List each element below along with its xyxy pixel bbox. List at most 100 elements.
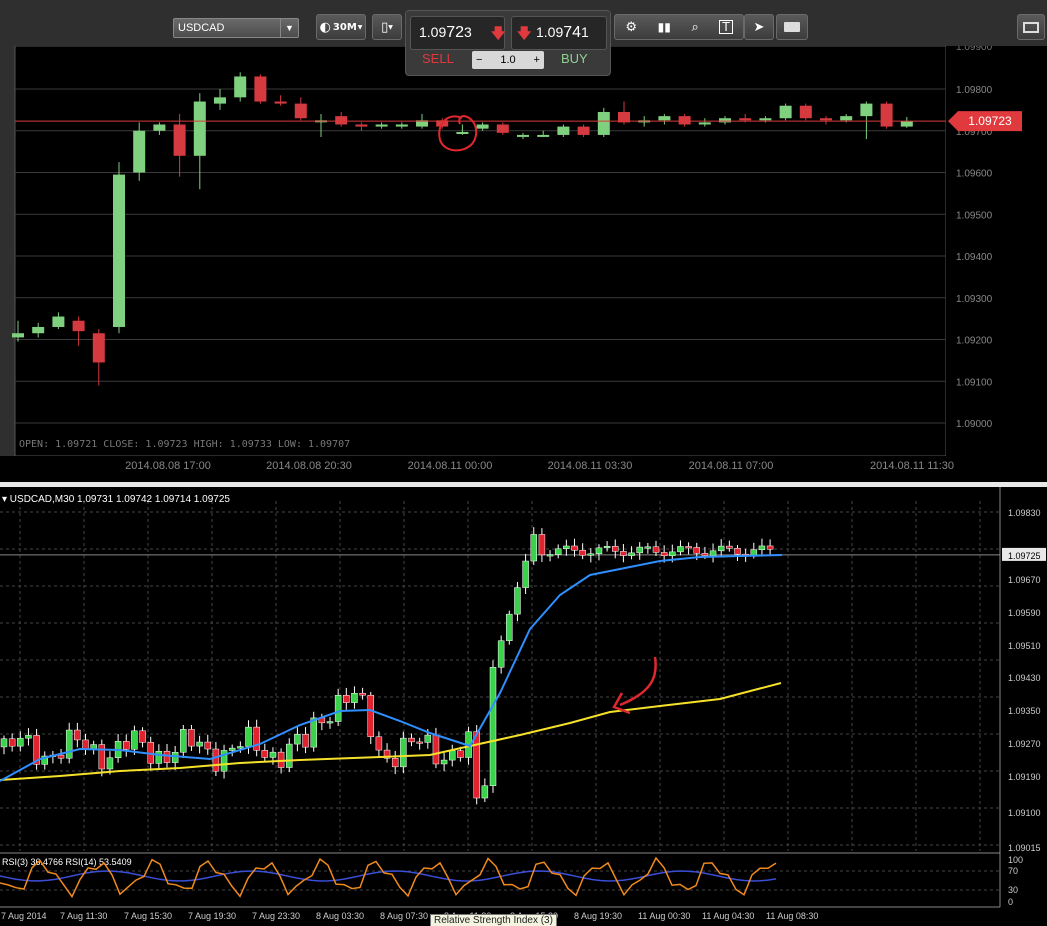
- candle-icon: ▯: [381, 19, 389, 35]
- text-tool-icon[interactable]: T: [719, 20, 733, 34]
- candle-body: [310, 717, 317, 748]
- chart-type-button[interactable]: ▯ ▼: [372, 14, 402, 40]
- bottom-candlestick-chart[interactable]: ▾ USDCAD,M30 1.09731 1.09742 1.09714 1.0…: [0, 487, 1047, 926]
- candle-body: [734, 548, 741, 555]
- candle-body: [489, 667, 497, 787]
- time-tick-label: 11 Aug 00:30: [638, 911, 690, 921]
- price-tick-label: 1.09670: [1008, 575, 1041, 585]
- candle-body: [335, 116, 348, 125]
- candle-body: [204, 741, 211, 750]
- price-tick-label: 1.09270: [1008, 739, 1041, 749]
- candle-body: [294, 103, 307, 119]
- buy-price-button[interactable]: 🡇 1.09741: [511, 16, 607, 50]
- candle-body: [133, 130, 146, 173]
- candle-body: [514, 587, 521, 615]
- trade-widget: 1.09723 🡇 🡇 1.09741 SELL − 1.0 + BUY: [405, 10, 611, 76]
- candle-body: [557, 126, 570, 135]
- candle-body: [375, 736, 383, 751]
- candle-body: [481, 785, 489, 799]
- quantity-stepper[interactable]: − 1.0 +: [472, 51, 544, 69]
- candle-body: [355, 124, 368, 127]
- candle-body: [391, 758, 399, 768]
- down-arrow-icon: 🡇: [491, 25, 506, 41]
- candle-body: [669, 551, 676, 556]
- bottom-background: [0, 487, 1047, 926]
- monitor-icon: [1023, 21, 1039, 33]
- sell-button-label[interactable]: SELL: [422, 51, 454, 66]
- candle-body: [326, 721, 334, 724]
- candle-body: [820, 118, 832, 121]
- candle-body: [644, 546, 652, 549]
- trading-terminal: 1.09900 1.09800 1.09700 1.09600 1.09500 1.094…: [0, 0, 1047, 926]
- sell-price-big: 72: [446, 24, 465, 41]
- price-tick-label: 1.09350: [1008, 706, 1041, 716]
- candle-body: [860, 103, 873, 117]
- candle-body: [171, 752, 179, 763]
- candle-body: [449, 750, 456, 761]
- buy-price-small: 1: [581, 24, 589, 40]
- screen-button[interactable]: [776, 14, 808, 40]
- price-tick-label: 1.09600: [956, 169, 993, 180]
- candle-body: [180, 729, 187, 753]
- candle-body: [457, 750, 464, 758]
- candle-body: [408, 737, 415, 743]
- sell-price-small: 3: [464, 24, 472, 40]
- time-tick-label: 11 Aug 04:30: [702, 911, 754, 921]
- candle-body: [253, 726, 260, 751]
- candle-body: [196, 741, 203, 747]
- candle-body: [660, 552, 668, 556]
- rectangle-icon: [784, 22, 800, 32]
- candle-body: [74, 729, 81, 741]
- timeframe-button[interactable]: ◐ 30M ▼: [316, 14, 366, 40]
- time-tick-label: 11 Aug 08:30: [766, 911, 818, 921]
- candle-body: [900, 121, 913, 127]
- candle-body: [12, 333, 24, 338]
- search-icon[interactable]: ⌕: [691, 20, 698, 35]
- time-tick-label: 2014.08.11 00:00: [408, 460, 493, 472]
- price-tick-label: 1.09000: [956, 419, 993, 430]
- candle-body: [343, 695, 350, 703]
- rsi-tick-label: 70: [1008, 866, 1018, 876]
- settings-gears-icon[interactable]: ⚙: [625, 20, 637, 35]
- candle-body: [537, 134, 550, 137]
- candle-body: [57, 754, 65, 759]
- symbol-dropdown[interactable]: USDCAD ▼: [173, 18, 299, 38]
- candle-body: [799, 105, 812, 119]
- candle-body: [652, 546, 660, 553]
- qty-plus-button[interactable]: +: [534, 54, 540, 66]
- candle-body: [677, 546, 684, 553]
- price-tick-label: 1.09400: [956, 252, 993, 263]
- candle-body: [571, 545, 578, 551]
- candle-body: [334, 695, 342, 722]
- candle-body: [228, 747, 236, 751]
- chart-header-label: ▾ USDCAD,M30 1.09731 1.09742 1.09714 1.0…: [2, 494, 230, 505]
- candle-body: [701, 553, 709, 556]
- candle-body: [254, 76, 267, 102]
- candle-body: [286, 743, 293, 768]
- qty-value[interactable]: 1.0: [500, 54, 515, 66]
- candle-body: [636, 546, 643, 554]
- candle-body: [717, 545, 725, 552]
- candle-body: [139, 730, 146, 743]
- fullscreen-button[interactable]: [1017, 14, 1045, 40]
- price-tick-label: 1.09500: [956, 210, 993, 221]
- sell-price-button[interactable]: 1.09723 🡇: [410, 16, 505, 50]
- candle-body: [456, 132, 469, 135]
- candle-body: [106, 757, 114, 770]
- candle-body: [497, 640, 505, 668]
- buy-button-label[interactable]: BUY: [561, 51, 588, 66]
- time-tick-label: 2014.08.11 07:00: [689, 460, 774, 472]
- time-tick-label: 7 Aug 2014: [1, 911, 47, 921]
- cursor-button[interactable]: ➤: [744, 14, 774, 40]
- top-chart-panel: 1.09900 1.09800 1.09700 1.09600 1.09500 1.094…: [0, 0, 1047, 482]
- candle-body: [113, 174, 125, 327]
- indicators-bar-icon[interactable]: ▮▮: [658, 20, 671, 34]
- candle-body: [351, 693, 358, 703]
- candle-body: [579, 550, 586, 556]
- candle-body: [424, 734, 432, 743]
- candle-body: [82, 739, 89, 750]
- price-axis-area: [946, 46, 1047, 456]
- candle-body: [440, 759, 448, 765]
- qty-minus-button[interactable]: −: [476, 54, 482, 66]
- candle-body: [65, 729, 73, 759]
